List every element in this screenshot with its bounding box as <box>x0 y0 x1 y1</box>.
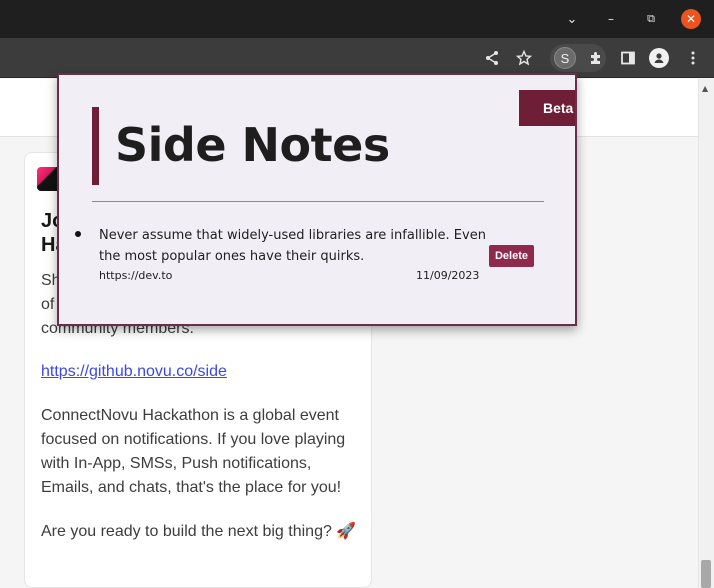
side-panel-icon[interactable] <box>617 47 639 69</box>
side-notes-extension-icon[interactable]: S <box>554 47 576 69</box>
beta-badge: Beta <box>519 90 575 126</box>
minimize-button[interactable]: – <box>601 9 621 29</box>
post-paragraph: ConnectNovu Hackathon is a global event … <box>41 407 346 496</box>
window-titlebar: ⌄ – ⧉ ✕ <box>0 0 714 38</box>
scrollbar-thumb[interactable] <box>701 560 711 588</box>
popup-title: Side Notes <box>115 118 390 172</box>
scroll-up-icon[interactable]: ▲ <box>702 84 708 93</box>
note-source-url: https://dev.to <box>99 269 173 282</box>
note-text: Never assume that widely-used libraries … <box>99 228 486 264</box>
close-button[interactable]: ✕ <box>681 9 701 29</box>
title-accent-bar <box>92 107 99 185</box>
post-link[interactable]: https://github.novu.co/side <box>41 360 361 384</box>
restore-button[interactable]: ⧉ <box>641 9 661 29</box>
side-notes-popup: Beta Side Notes Never assume that widely… <box>57 73 577 326</box>
star-icon[interactable] <box>513 47 535 69</box>
divider <box>92 201 544 202</box>
kebab-menu-icon[interactable] <box>682 47 704 69</box>
puzzle-icon[interactable] <box>585 47 607 69</box>
tab-search-chevron-icon[interactable]: ⌄ <box>562 9 582 29</box>
browser-toolbar: S <box>0 38 714 78</box>
profile-icon[interactable] <box>649 48 669 68</box>
list-bullet <box>75 231 81 237</box>
share-icon[interactable] <box>481 47 503 69</box>
post-paragraph: Are you ready to build the next big thin… <box>41 523 357 540</box>
page-scrollbar[interactable] <box>698 79 714 588</box>
note-date: 11/09/2023 <box>416 269 480 282</box>
delete-note-button[interactable]: Delete <box>489 245 534 267</box>
